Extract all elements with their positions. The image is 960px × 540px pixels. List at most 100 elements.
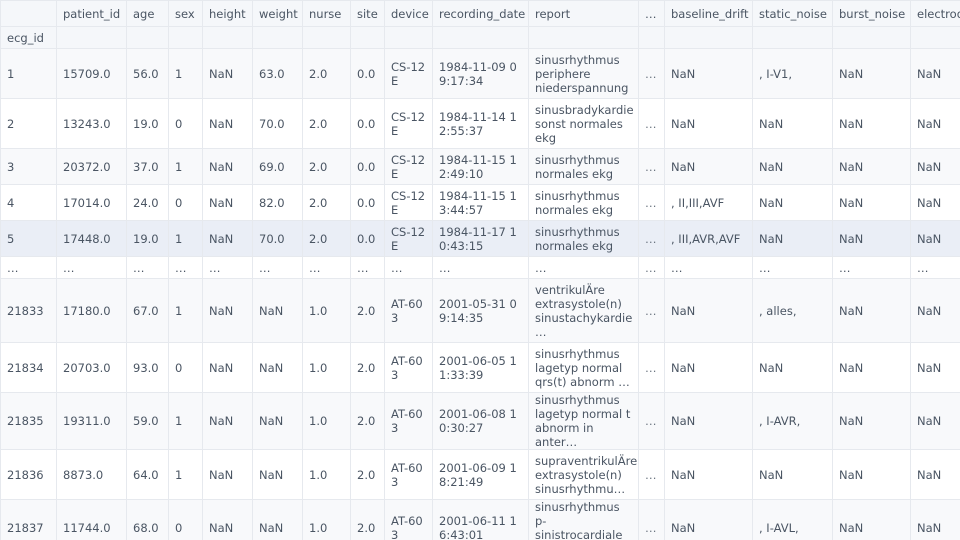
column-header[interactable]: … [638,0,665,27]
table-cell: CS-12 E [384,220,433,257]
table-cell: NaN [752,342,833,393]
table-cell: … [302,256,351,279]
table-cell: NaN [202,392,253,450]
table-cell: 24.0 [126,184,169,221]
table-cell: NaN [252,392,303,450]
table-cell: … [638,98,665,149]
table-row[interactable]: 2 13243.0 19.0 0 NaN 70.0 2.0 0.0 CS-12 E 1984-11… [0,98,960,149]
table-cell: 64.0 [126,449,169,500]
table-cell: 70.0 [252,220,303,257]
table-cell: 1 [168,278,203,343]
table-cell: 1.0 [302,392,351,450]
dataframe-view: patient_id age sex height weight nurse site dev… [0,0,960,540]
table-cell: NaN [832,148,911,185]
table-cell: 13243.0 [56,98,127,149]
column-header[interactable]: burst_noise [832,0,911,27]
table-cell: 68.0 [126,499,169,540]
table-cell: … [638,342,665,393]
table-row[interactable]: 1 15709.0 56.0 1 NaN 63.0 2.0 0.0 CS-12 E 1984-11… [0,48,960,99]
table-cell: NaN [910,449,960,500]
table-cell: NaN [202,220,253,257]
table-cell: NaN [202,449,253,500]
column-header[interactable]: static_noise [752,0,833,27]
table-cell: NaN [832,184,911,221]
table-cell: sinusrhythmus periphere niederspannung [528,48,639,99]
column-header[interactable]: device [384,0,433,27]
table-cell: , I-AVR, [752,392,833,450]
table-cell: AT-60 3 [384,449,433,500]
index-name-spacer [638,26,665,49]
index-header-corner [0,0,57,27]
table-cell: supraventrikulÄre extrasystole(n) sinusr… [528,449,639,500]
table-body: 1 15709.0 56.0 1 NaN 63.0 2.0 0.0 CS-12 E 1984-11… [0,48,960,540]
column-header[interactable]: age [126,0,169,27]
table-cell: 2.0 [302,148,351,185]
table-cell: NaN [910,98,960,149]
table-cell: NaN [832,342,911,393]
table-cell: NaN [752,184,833,221]
table-row[interactable]: 21837 11744.0 68.0 0 NaN NaN 1.0 2.0 AT-60 3 2001… [0,499,960,540]
table-cell: … [528,256,639,279]
table-cell: 19.0 [126,98,169,149]
table-cell: 20372.0 [56,148,127,185]
table-cell: … [252,256,303,279]
column-header[interactable]: nurse [302,0,351,27]
table-row[interactable]: 4 17014.0 24.0 0 NaN 82.0 2.0 0.0 CS-12 E 1984-11… [0,184,960,221]
column-header[interactable]: height [202,0,253,27]
table-cell: AT-60 3 [384,392,433,450]
row-index-cell: 21837 [0,499,57,540]
table-cell: 1 [168,48,203,99]
column-header[interactable]: sex [168,0,203,27]
table-row[interactable]: 21833 17180.0 67.0 1 NaN NaN 1.0 2.0 AT-60 3 2001… [0,278,960,343]
table-cell: 56.0 [126,48,169,99]
row-index-cell: 2 [0,98,57,149]
table-cell: 17448.0 [56,220,127,257]
table-cell: 1 [168,148,203,185]
table-cell: 1984-11-14 12:55:37 [432,98,529,149]
table-cell: 0.0 [350,48,385,99]
table-row[interactable]: ………………………………………… [0,256,960,279]
table-cell: 17014.0 [56,184,127,221]
table-cell: , III,AVR,AVF [664,220,753,257]
column-header[interactable]: patient_id [56,0,127,27]
table-cell: NaN [910,48,960,99]
table-row[interactable]: 5 17448.0 19.0 1 NaN 70.0 2.0 0.0 CS-12 E 1984-11… [0,220,960,257]
table-cell: CS-12 E [384,48,433,99]
index-name-spacer [384,26,433,49]
table-cell: 17180.0 [56,278,127,343]
column-header[interactable]: baseline_drift [664,0,753,27]
table-cell: sinusrhythmus lagetyp normal t abnorm in… [528,392,639,450]
index-name-spacer [752,26,833,49]
table-row[interactable]: 21835 19311.0 59.0 1 NaN NaN 1.0 2.0 AT-60 3 2001… [0,392,960,450]
table-cell: 1.0 [302,449,351,500]
column-header[interactable]: report [528,0,639,27]
table-cell: NaN [910,220,960,257]
table-cell: NaN [752,98,833,149]
table-row[interactable]: 3 20372.0 37.0 1 NaN 69.0 2.0 0.0 CS-12 E 1984-11… [0,148,960,185]
index-name-spacer [910,26,960,49]
index-name-spacer [252,26,303,49]
column-header[interactable]: electrod [910,0,960,27]
column-header[interactable]: site [350,0,385,27]
table-cell: 67.0 [126,278,169,343]
table-row[interactable]: 21834 20703.0 93.0 0 NaN NaN 1.0 2.0 AT-60 3 2001… [0,342,960,393]
table-cell: … [638,499,665,540]
index-name-spacer [168,26,203,49]
table-cell: NaN [664,342,753,393]
dataframe-table: patient_id age sex height weight nurse site dev… [0,0,960,540]
table-cell: NaN [832,449,911,500]
table-cell: 2.0 [350,392,385,450]
table-cell: … [638,220,665,257]
column-header[interactable]: weight [252,0,303,27]
table-cell: NaN [202,48,253,99]
table-cell: 1 [168,220,203,257]
table-cell: 2001-06-11 16:43:01 [432,499,529,540]
table-row[interactable]: 21836 8873.0 64.0 1 NaN NaN 1.0 2.0 AT-60 3 2001-… [0,449,960,500]
index-name-spacer [302,26,351,49]
index-name-spacer [56,26,127,49]
table-cell: … [350,256,385,279]
table-cell: 93.0 [126,342,169,393]
table-cell: NaN [202,148,253,185]
column-header[interactable]: recording_date [432,0,529,27]
table-cell: NaN [832,98,911,149]
